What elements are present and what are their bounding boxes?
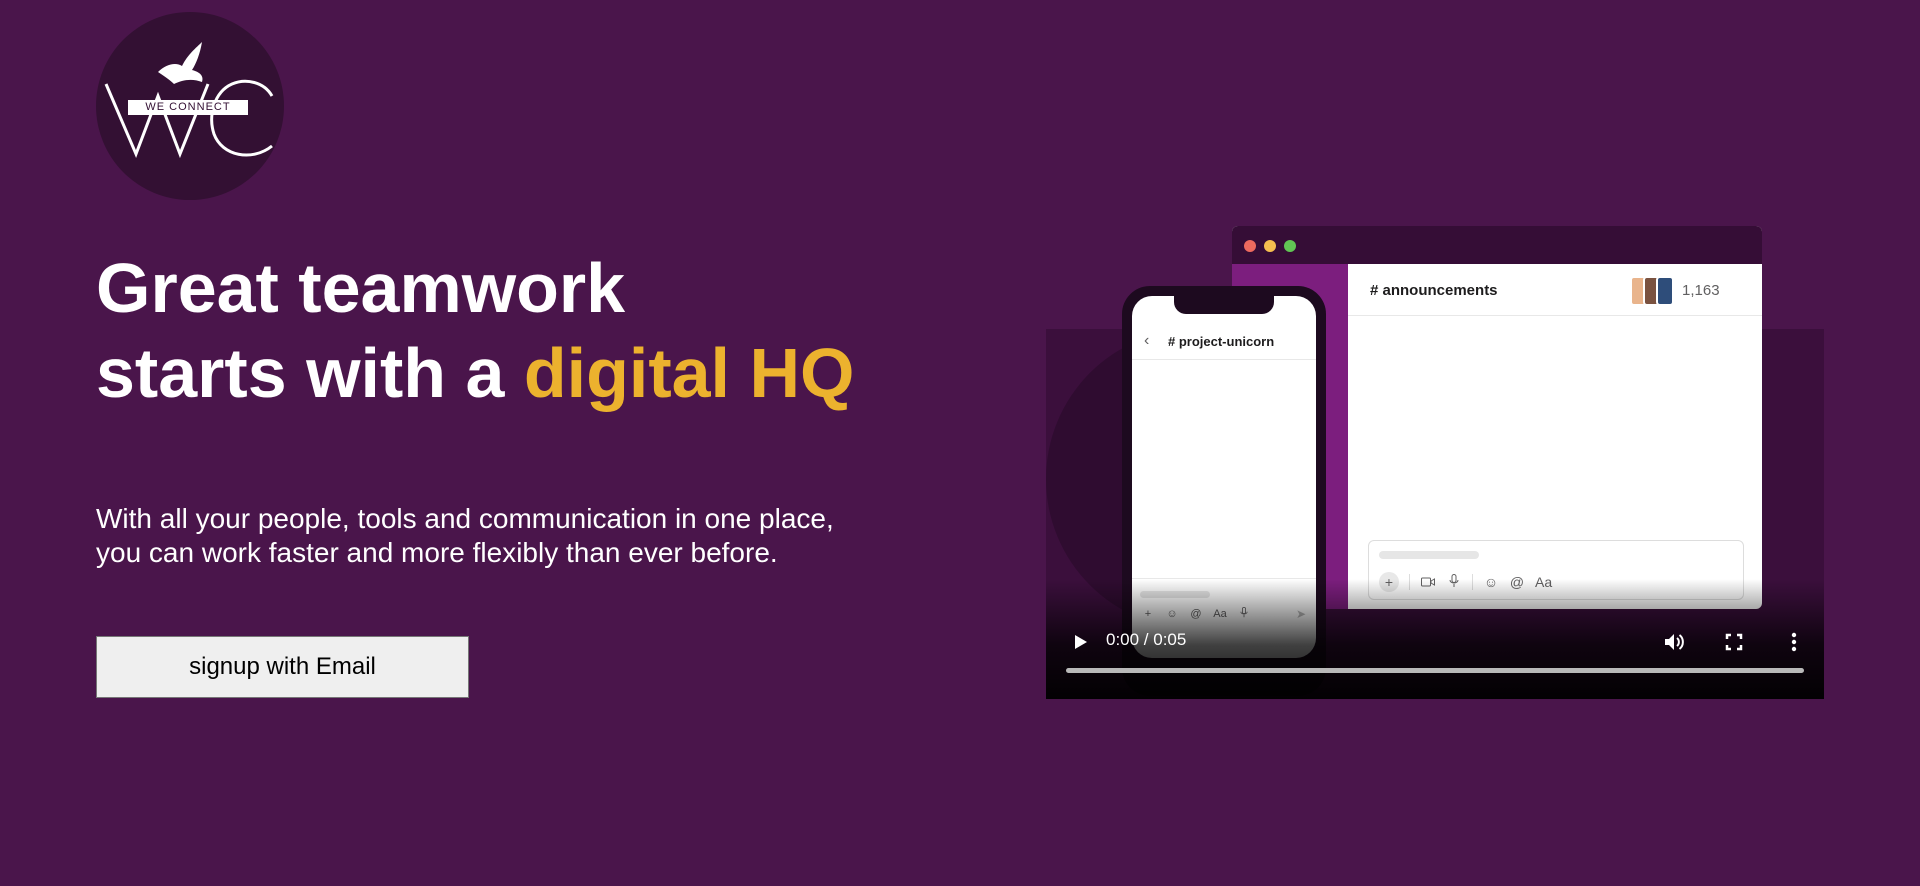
member-count: 1,163 bbox=[1682, 282, 1720, 299]
window-maximize-dot-icon bbox=[1284, 240, 1296, 252]
hero-subtext: With all your people, tools and communic… bbox=[96, 503, 834, 568]
fullscreen-icon bbox=[1725, 633, 1743, 651]
volume-button[interactable] bbox=[1660, 628, 1688, 656]
window-minimize-dot-icon bbox=[1264, 240, 1276, 252]
phone-channel-header: ‹ # project-unicorn bbox=[1132, 324, 1316, 360]
more-options-button[interactable] bbox=[1780, 628, 1808, 656]
avatar bbox=[1656, 276, 1674, 306]
headline-accent: digital HQ bbox=[523, 334, 855, 412]
fullscreen-button[interactable] bbox=[1720, 628, 1748, 656]
phone-notch bbox=[1174, 296, 1274, 314]
headline-line-1: Great teamwork bbox=[96, 249, 626, 327]
chevron-left-icon: ‹ bbox=[1144, 332, 1150, 349]
promo-video[interactable]: # announcements 1,163 + ☺ @ bbox=[1046, 226, 1824, 699]
we-connect-logo[interactable]: WE CONNECT bbox=[96, 12, 284, 200]
phone-channel-name: # project-unicorn bbox=[1168, 334, 1275, 349]
window-close-dot-icon bbox=[1244, 240, 1256, 252]
composer-placeholder bbox=[1379, 551, 1479, 559]
volume-icon bbox=[1665, 634, 1684, 650]
desktop-channel-name: # announcements bbox=[1370, 282, 1498, 299]
video-time-display: 0:00 / 0:05 bbox=[1106, 630, 1187, 649]
play-icon bbox=[1075, 635, 1087, 649]
more-vertical-icon bbox=[1791, 632, 1797, 652]
hero-headline: Great teamwork starts with a digital HQ bbox=[96, 246, 856, 416]
window-titlebar bbox=[1232, 226, 1762, 264]
desktop-channel-header: # announcements 1,163 bbox=[1348, 264, 1762, 316]
headline-line-2: starts with a bbox=[96, 334, 524, 412]
signup-email-button[interactable]: signup with Email bbox=[96, 636, 469, 698]
member-avatars bbox=[1630, 276, 1674, 306]
video-progress-bar[interactable] bbox=[1066, 668, 1804, 673]
logo-band-text: WE CONNECT bbox=[128, 100, 248, 115]
play-button[interactable] bbox=[1066, 628, 1094, 656]
